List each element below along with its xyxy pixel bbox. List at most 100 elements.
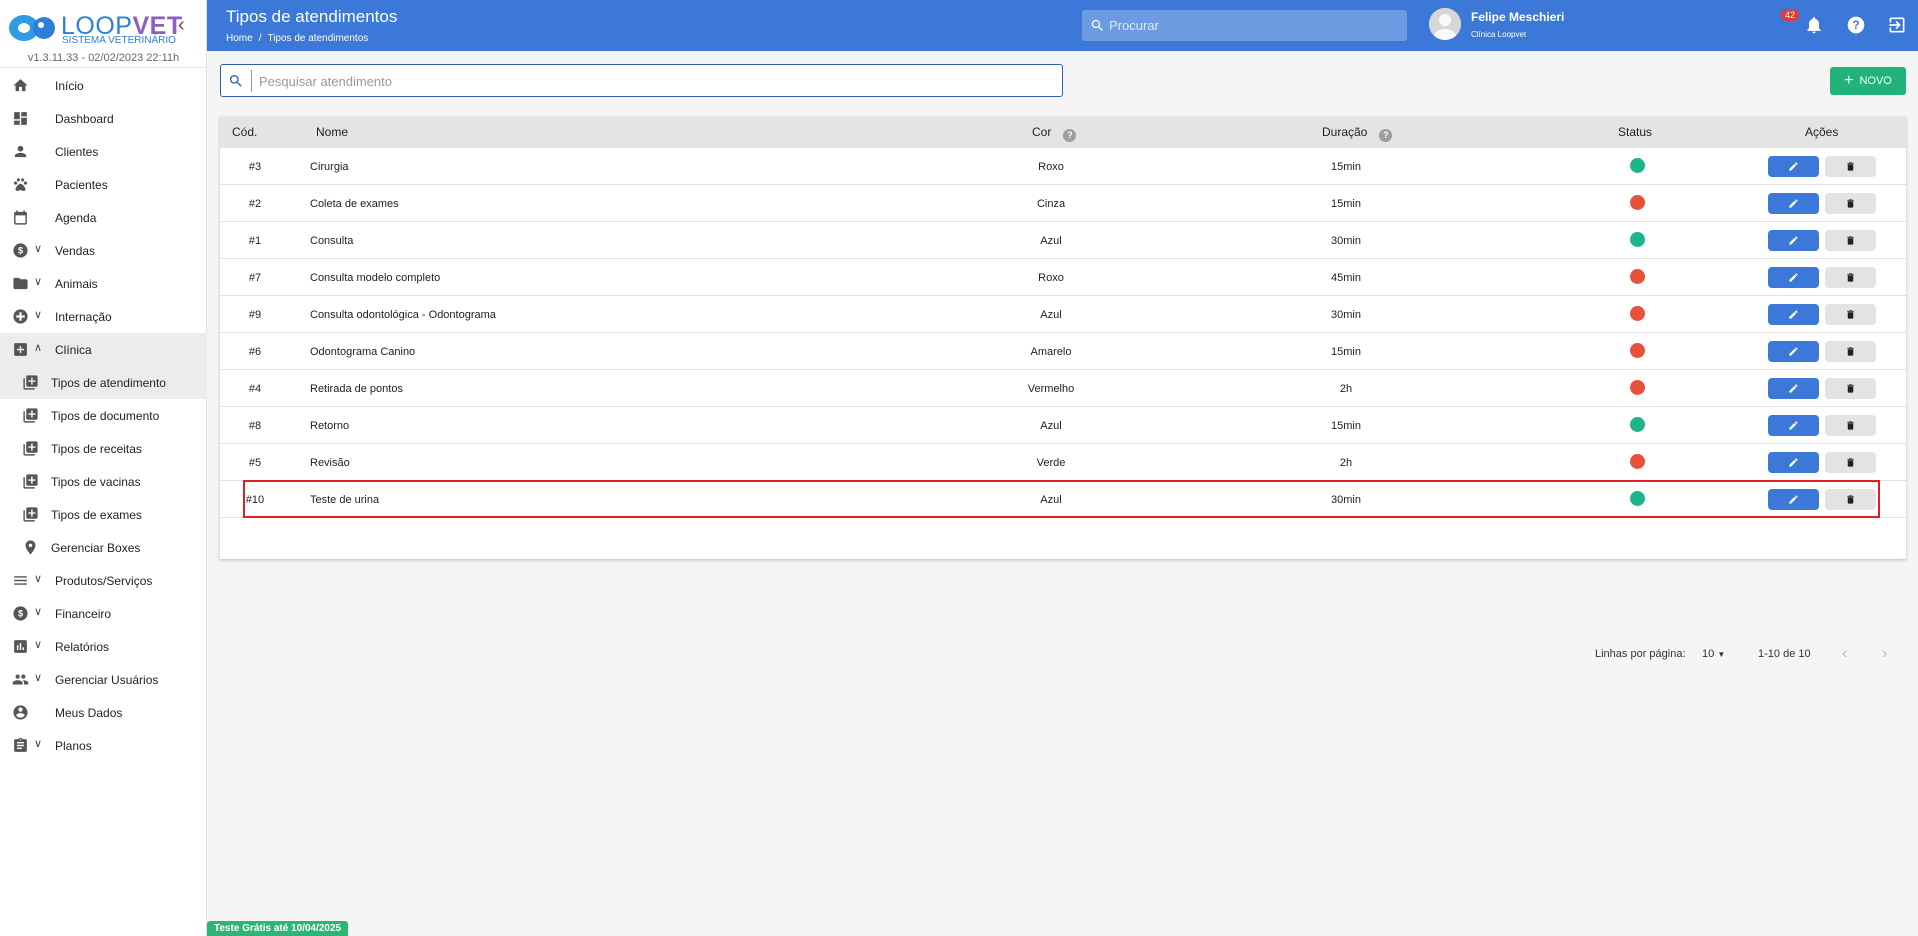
delete-button[interactable] (1825, 230, 1876, 251)
sidebar-item-label: Animais (55, 277, 98, 291)
delete-button[interactable] (1825, 193, 1876, 214)
sidebar-subitem-tipos-de-vacinas[interactable]: Tipos de vacinas (0, 465, 207, 498)
dropdown-arrow-icon: ▼ (1717, 650, 1726, 659)
sidebar-item-meus-dados[interactable]: Meus Dados (0, 696, 207, 729)
cell-code: #7 (248, 272, 262, 284)
help-icon[interactable]: ? (1846, 15, 1866, 35)
sidebar-item-inicio[interactable]: Início (0, 69, 207, 102)
sidebar-item-relatorios[interactable]: ∨ Relatórios (0, 630, 207, 663)
trash-icon (1845, 272, 1856, 283)
sidebar-item-clientes[interactable]: Clientes (0, 135, 207, 168)
edit-button[interactable] (1768, 341, 1819, 362)
help-icon[interactable]: ? (1379, 129, 1393, 142)
pencil-icon (1788, 346, 1799, 357)
chevron-down-icon: ∨ (34, 276, 43, 288)
cell-color: Vermelho (1027, 383, 1075, 395)
edit-button[interactable] (1768, 156, 1819, 177)
delete-button[interactable] (1825, 156, 1876, 177)
column-header-color-label: Cor (1032, 125, 1052, 139)
sidebar-subitem-tipos-de-atendimento[interactable]: Tipos de atendimento (0, 366, 207, 399)
new-button[interactable]: + NOVO (1830, 67, 1906, 95)
svg-text:?: ? (1852, 19, 1859, 32)
rows-per-page-select[interactable]: 10 ▼ (1702, 648, 1725, 660)
sidebar-item-internacao[interactable]: ∨ Internação (0, 300, 207, 333)
sidebar-item-produtos-servicos[interactable]: ∨ Produtos/Serviços (0, 564, 207, 597)
delete-button[interactable] (1825, 304, 1876, 325)
divider (0, 67, 207, 68)
edit-button[interactable] (1768, 230, 1819, 251)
edit-button[interactable] (1768, 415, 1819, 436)
sidebar-item-label: Relatórios (55, 640, 110, 654)
delete-button[interactable] (1825, 378, 1876, 399)
sidebar-item-dashboard[interactable]: Dashboard (0, 102, 207, 135)
delete-button[interactable] (1825, 267, 1876, 288)
next-page-icon[interactable]: › (1882, 645, 1887, 663)
table-row: #7 Consulta modelo completo Roxo 45min (220, 259, 1906, 296)
sidebar-item-financeiro[interactable]: $ ∨ Financeiro (0, 597, 207, 630)
cell-name: Consulta modelo completo (310, 272, 441, 284)
home-icon (12, 77, 29, 94)
cell-duration: 15min (1331, 420, 1361, 432)
cell-code: #2 (248, 198, 262, 210)
breadcrumb-separator: / (258, 33, 262, 44)
cell-color: Azul (1040, 420, 1062, 432)
user-clinic: Clínica Loopvet (1471, 30, 1527, 39)
sidebar-item-clinica[interactable]: ∧ Clínica (0, 333, 207, 366)
edit-button[interactable] (1768, 193, 1819, 214)
dollar-icon: $ (12, 242, 29, 259)
user-name: Felipe Meschieri (1471, 10, 1565, 24)
delete-button[interactable] (1825, 415, 1876, 436)
paw-icon (12, 176, 29, 193)
sidebar-item-label: Tipos de atendimento (51, 376, 166, 390)
pencil-icon (1788, 198, 1799, 209)
cell-color: Verde (1036, 457, 1066, 469)
search-atendimento-input[interactable] (259, 71, 1049, 91)
breadcrumb-home[interactable]: Home (226, 33, 253, 44)
cell-name: Cirurgia (310, 161, 349, 173)
edit-button[interactable] (1768, 452, 1819, 473)
avatar[interactable] (1429, 8, 1461, 40)
table-row: #1 Consulta Azul 30min (220, 222, 1906, 259)
pencil-icon (1788, 309, 1799, 320)
edit-button[interactable] (1768, 378, 1819, 399)
help-icon[interactable]: ? (1063, 129, 1077, 142)
sidebar-item-vendas[interactable]: $ ∨ Vendas (0, 234, 207, 267)
trash-icon (1845, 161, 1856, 172)
header-search[interactable] (1082, 10, 1407, 41)
sidebar-item-animais[interactable]: ∨ Animais (0, 267, 207, 300)
person-icon (12, 143, 29, 160)
sidebar-item-label: Clínica (55, 343, 92, 357)
trash-icon (1845, 457, 1856, 468)
sidebar-item-agenda[interactable]: Agenda (0, 201, 207, 234)
edit-button[interactable] (1768, 267, 1819, 288)
edit-button[interactable] (1768, 304, 1819, 325)
previous-page-icon[interactable]: ‹ (1842, 645, 1847, 663)
breadcrumb: Home / Tipos de atendimentos (226, 33, 368, 44)
table-row: #3 Cirurgia Roxo 15min (220, 148, 1906, 185)
sidebar-subitem-tipos-de-receitas[interactable]: Tipos de receitas (0, 432, 207, 465)
sidebar-item-planos[interactable]: ∨ Planos (0, 729, 207, 762)
search-atendimento[interactable] (220, 64, 1063, 97)
logout-icon[interactable] (1887, 15, 1907, 35)
collapse-sidebar-chevron-icon[interactable]: ‹ (178, 14, 185, 37)
header-search-input[interactable] (1109, 15, 1399, 36)
sidebar-item-pacientes[interactable]: Pacientes (0, 168, 207, 201)
library-add-icon (22, 440, 39, 457)
cell-code: #1 (248, 235, 262, 247)
cell-name: Retirada de pontos (310, 383, 403, 395)
sidebar-item-label: Gerenciar Usuários (55, 673, 159, 687)
chevron-down-icon: ∨ (34, 639, 43, 651)
cell-name: Coleta de exames (310, 198, 399, 210)
sidebar-subitem-tipos-de-documento[interactable]: Tipos de documento (0, 399, 207, 432)
sidebar-item-gerenciar-usuarios[interactable]: ∨ Gerenciar Usuários (0, 663, 207, 696)
table-row: #9 Consulta odontológica - Odontograma Azu… (220, 296, 1906, 333)
chevron-down-icon: ∨ (34, 309, 43, 321)
delete-button[interactable] (1825, 452, 1876, 473)
status-indicator (1630, 380, 1645, 395)
sidebar-subitem-gerenciar-boxes[interactable]: Gerenciar Boxes (0, 531, 207, 564)
sidebar-subitem-tipos-de-exames[interactable]: Tipos de exames (0, 498, 207, 531)
sidebar-item-label: Vendas (55, 244, 96, 258)
delete-button[interactable] (1825, 341, 1876, 362)
bell-icon[interactable] (1804, 15, 1824, 35)
search-icon (230, 75, 242, 87)
